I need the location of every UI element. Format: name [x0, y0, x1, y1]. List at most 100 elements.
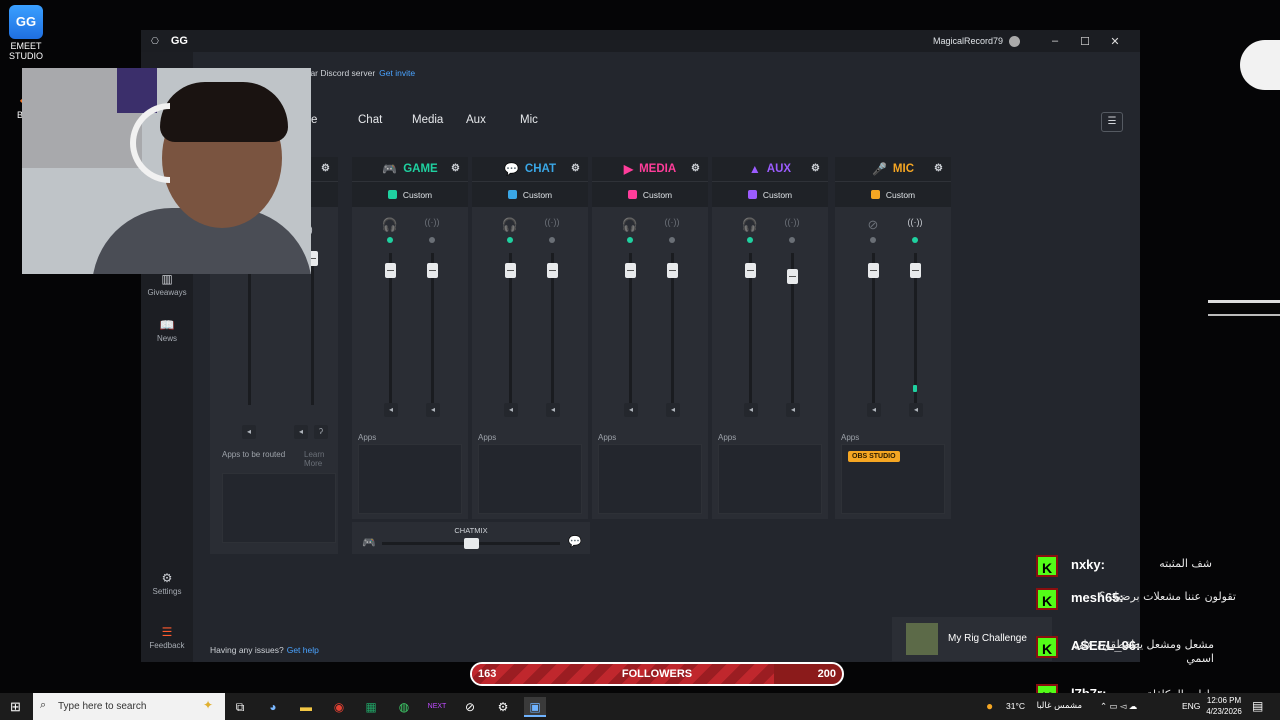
monitor-fader-knob[interactable]: [625, 263, 636, 279]
obs-studio-app-chip[interactable]: OBS STUDIO: [848, 451, 900, 462]
speaker-icon[interactable]: ◂: [384, 403, 398, 417]
clock[interactable]: 12:06 PM 4/23/2026: [1200, 695, 1248, 717]
stream-icon[interactable]: ((·)): [905, 217, 925, 227]
file-explorer-icon[interactable]: ▬: [295, 697, 317, 717]
emeet-icon[interactable]: ▣: [524, 697, 546, 717]
stream-fader-knob[interactable]: [910, 263, 921, 279]
fader-track[interactable]: [311, 253, 314, 405]
channel-header: ▶ MEDIA ⚙: [592, 157, 708, 181]
app-title: GG: [170, 35, 188, 47]
headphones-icon[interactable]: 🎧: [500, 217, 520, 233]
monitor-fader-knob[interactable]: [745, 263, 756, 279]
chatmix: CHATMIX 🎮 💬: [352, 522, 590, 554]
notifications-icon[interactable]: ▤: [1252, 699, 1263, 713]
apps-dropzone[interactable]: [222, 473, 336, 543]
apps-dropzone[interactable]: [358, 444, 462, 514]
tab-game[interactable]: e: [311, 114, 358, 126]
gg-icon[interactable]: ⚙: [492, 697, 514, 717]
task-view-icon[interactable]: ⧉: [229, 697, 251, 717]
channel-preset[interactable]: Custom: [835, 181, 951, 207]
gear-icon[interactable]: ⚙: [571, 163, 580, 174]
apps-dropzone[interactable]: [718, 444, 822, 514]
minimize-button[interactable]: –: [1040, 35, 1070, 47]
sidebar-item-label: Settings: [152, 587, 182, 596]
stream-icon[interactable]: ((·)): [782, 217, 802, 227]
stream-fader-knob[interactable]: [427, 263, 438, 279]
tab-aux[interactable]: Aux: [466, 114, 520, 126]
sidebar-item-feedback[interactable]: ☰ Feedback: [141, 625, 193, 650]
speaker-icon[interactable]: ◂: [909, 403, 923, 417]
channel-preset[interactable]: Custom: [712, 181, 828, 207]
apps-dropzone[interactable]: [478, 444, 582, 514]
stream-fader-knob[interactable]: [547, 263, 558, 279]
channel-preset[interactable]: Custom: [472, 181, 588, 207]
get-help-link[interactable]: Get help: [287, 645, 319, 655]
headset-icon[interactable]: ʔ: [314, 425, 328, 439]
gear-icon[interactable]: ⚙: [321, 163, 330, 174]
notification-thumbnail: [906, 623, 938, 655]
apps-dropzone[interactable]: [598, 444, 702, 514]
headphones-icon[interactable]: 🎧: [620, 217, 640, 233]
headphones-icon[interactable]: 🎧: [740, 217, 760, 233]
speaker-icon[interactable]: ◂: [242, 425, 256, 439]
tab-media[interactable]: Media: [412, 114, 466, 126]
excel-icon[interactable]: ▦: [360, 697, 382, 717]
xbox-icon[interactable]: ◍: [393, 697, 415, 717]
monitor-fader-knob[interactable]: [385, 263, 396, 279]
gear-icon[interactable]: ⚙: [691, 163, 700, 174]
speaker-icon[interactable]: ◂: [294, 425, 308, 439]
sidebar-item-giveaways[interactable]: ▥ Giveaways: [141, 272, 193, 297]
maximize-button[interactable]: ☐: [1070, 35, 1100, 48]
speaker-icon[interactable]: ◂: [426, 403, 440, 417]
username[interactable]: MagicalRecord79: [933, 36, 1003, 46]
speaker-icon[interactable]: ◂: [744, 403, 758, 417]
channel-preset[interactable]: Custom: [352, 181, 468, 207]
next-icon[interactable]: NEXT: [426, 697, 448, 717]
monitor-fader-knob[interactable]: [505, 263, 516, 279]
chrome-icon[interactable]: ◉: [328, 697, 350, 717]
sidebar-item-settings[interactable]: ⚙ Settings: [141, 571, 193, 596]
gear-icon[interactable]: ⚙: [811, 163, 820, 174]
menu-button[interactable]: ☰: [1101, 112, 1123, 132]
language-indicator[interactable]: ENG: [1182, 701, 1200, 711]
monitor-fader-knob[interactable]: [868, 263, 879, 279]
headphones-icon[interactable]: 🎧: [380, 217, 400, 233]
learn-more-link[interactable]: Learn More: [304, 450, 334, 468]
channel-preset[interactable]: Custom: [592, 181, 708, 207]
windows-start-icon[interactable]: ⊞: [10, 699, 21, 715]
help-footer: Having any issues? Get help: [210, 645, 319, 655]
headphones-off-icon[interactable]: ⊘: [863, 217, 883, 233]
stream-fader-knob[interactable]: [667, 263, 678, 279]
get-invite-link[interactable]: Get invite: [379, 68, 415, 78]
speaker-icon[interactable]: ◂: [666, 403, 680, 417]
fader-track[interactable]: [248, 253, 251, 405]
tray-icons[interactable]: ⌃ ▭ ◅ ☁: [1100, 701, 1137, 712]
tab-mic[interactable]: Mic: [520, 114, 574, 126]
preset-icon: [627, 190, 637, 199]
stream-fader-knob[interactable]: [787, 269, 798, 285]
speaker-icon[interactable]: ◂: [546, 403, 560, 417]
apps-dropzone[interactable]: OBS STUDIO: [841, 444, 945, 514]
webcam-poster: [117, 68, 157, 113]
taskbar-search[interactable]: ⌕ Type here to search ✦: [33, 693, 225, 720]
speaker-icon[interactable]: ◂: [504, 403, 518, 417]
speaker-icon[interactable]: ◂: [786, 403, 800, 417]
gear-icon[interactable]: ⚙: [934, 163, 943, 174]
stream-icon[interactable]: ((·)): [662, 217, 682, 227]
close-button[interactable]: ✕: [1100, 35, 1130, 48]
weather-temp[interactable]: 31°C: [1006, 701, 1025, 711]
tab-chat[interactable]: Chat: [358, 114, 412, 126]
weather-icon[interactable]: ●: [986, 699, 993, 713]
gear-icon[interactable]: ⚙: [451, 163, 460, 174]
stream-icon[interactable]: ((·)): [542, 217, 562, 227]
copilot-icon[interactable]: ◕: [262, 697, 284, 717]
sidebar-item-news[interactable]: 📖 News: [141, 318, 193, 343]
desktop-icon-emeet-studio[interactable]: GG EMEET STUDIO: [6, 5, 46, 61]
stream-icon[interactable]: ((·)): [422, 217, 442, 227]
monitor-led: [507, 237, 513, 243]
steelseries-icon[interactable]: ⊘: [459, 697, 481, 717]
chatmix-slider-thumb[interactable]: [464, 538, 479, 549]
speaker-icon[interactable]: ◂: [867, 403, 881, 417]
avatar[interactable]: [1009, 35, 1020, 47]
speaker-icon[interactable]: ◂: [624, 403, 638, 417]
